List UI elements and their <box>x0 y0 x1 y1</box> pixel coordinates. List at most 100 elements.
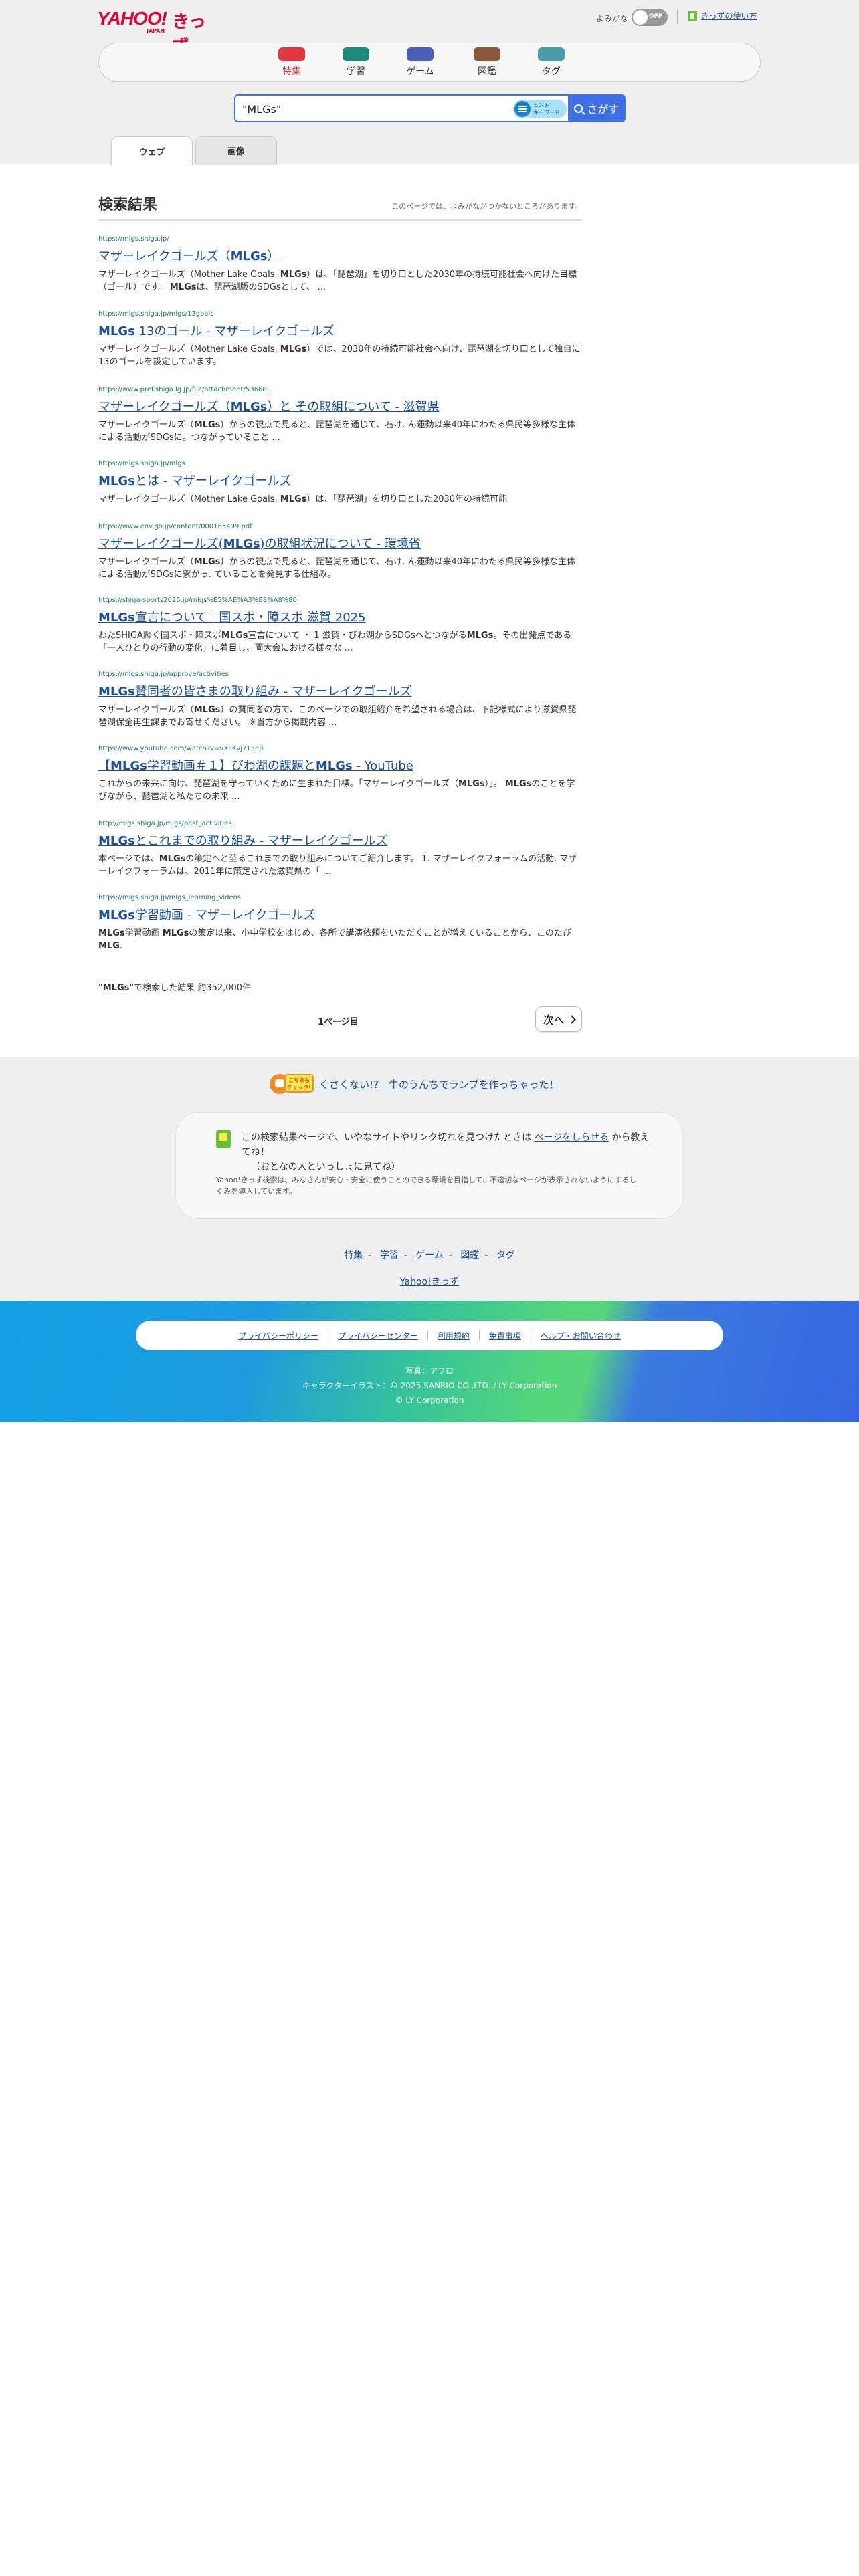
bottom-nav-zukan[interactable]: 図鑑 <box>460 1250 479 1261</box>
result-item: http://mlgs.shiga.jp/mlgs/past_activitie… <box>98 820 582 878</box>
footer-link-disclaimer[interactable]: 免責事項 <box>480 1330 531 1341</box>
results-note: このページでは、よみがながつかないところがあります。 <box>391 202 582 211</box>
result-url: https://mlgs.shiga.jp/mlgs_learning_vide… <box>98 894 241 901</box>
tokushu-icon <box>278 47 305 61</box>
footer-link-privacy-policy[interactable]: プライバシーポリシー <box>229 1330 328 1341</box>
result-url: https://mlgs.shiga.jp/mlgs <box>98 460 185 467</box>
next-page-label: 次へ <box>543 1014 565 1027</box>
footer-link-terms[interactable]: 利用規約 <box>428 1330 479 1341</box>
toggle-knob <box>633 10 648 25</box>
result-title-link[interactable]: MLGsとこれまでの取り組み - マザーレイクゴールズ <box>98 831 582 849</box>
result-item: https://www.youtube.com/watch?v=vXFKvj7T… <box>98 745 582 803</box>
search-button[interactable]: さがす <box>568 94 626 122</box>
chevron-right-icon <box>567 1014 576 1024</box>
search-input[interactable] <box>242 100 503 118</box>
bottom-nav-game[interactable]: ゲーム <box>415 1250 444 1261</box>
result-snippet: マザーレイクゴールズ（Mother Lake Goals, MLGs）では、20… <box>98 344 581 367</box>
search-results: 検索結果 このページでは、よみがながつかないところがあります。 https://… <box>98 191 582 951</box>
result-url: https://mlgs.shiga.jp/mlgs/13goals <box>98 310 214 318</box>
result-url: https://mlgs.shiga.jp/approve/activities <box>98 671 229 678</box>
results-header: 検索結果 このページでは、よみがながつかないところがあります。 <box>98 191 582 221</box>
result-url: https://www.youtube.com/watch?v=vXFKvj7T… <box>98 745 264 752</box>
yahoo-kids-home-link[interactable]: Yahoo!きっず <box>400 1277 459 1287</box>
promo-link[interactable]: くさくない!? 牛のうんちでランプを作っちゃった！ <box>319 1077 559 1091</box>
result-title-link[interactable]: マザーレイクゴールズ（MLGs） <box>98 247 582 264</box>
result-snippet: 本ページでは、MLGsの策定へと至るこれまでの取り組みについてご紹介します。 1… <box>98 854 577 877</box>
gakushu-icon <box>343 47 369 61</box>
promo-banner: こちらも チェック! くさくない!? 牛のうんちでランプを作っちゃった！ <box>270 1071 559 1097</box>
keyword-hint-button[interactable]: ヒント キーワード <box>513 100 567 118</box>
result-title-link[interactable]: 【MLGs学習動画＃１】びわ湖の課題とMLGs - YouTube <box>98 756 582 774</box>
result-item: https://mlgs.shiga.jp/approve/activities… <box>98 671 582 729</box>
result-item: https://shiga-sports2025.jp/mlgs%E5%AE%A… <box>98 597 582 655</box>
result-url: https://mlgs.shiga.jp/ <box>98 235 169 243</box>
toggle-state: OFF <box>649 13 662 20</box>
pagination: 1ページ目 次へ <box>98 1006 582 1033</box>
result-title-link[interactable]: MLGs 13のゴール - マザーレイクゴールズ <box>98 322 582 339</box>
result-title-link[interactable]: MLGs学習動画 - マザーレイクゴールズ <box>98 905 582 923</box>
next-page-button[interactable]: 次へ <box>535 1006 582 1032</box>
guide-link[interactable]: きっずの使い方 <box>688 10 757 21</box>
result-item: https://mlgs.shiga.jp/ マザーレイクゴールズ（MLGs） … <box>98 235 582 294</box>
result-title-link[interactable]: MLGsとは - マザーレイクゴールズ <box>98 471 582 489</box>
result-snippet: マザーレイクゴールズ（Mother Lake Goals, MLGs）は、「琵琶… <box>98 494 508 504</box>
category-zukan[interactable]: 図鑑 <box>460 47 514 78</box>
report-text: この検索結果ページで、いやなサイトやリンク切れを見つけたときは ページをしらせる… <box>242 1130 656 1174</box>
result-snippet: マザーレイクゴールズ（Mother Lake Goals, MLGs）は、「琵琶… <box>98 270 577 292</box>
character-credit: キャラクターイラスト：© 2025 SANRIO CO.,LTD. / LY C… <box>302 1381 557 1390</box>
result-title-link[interactable]: マザーレイクゴールズ(MLGs)の取組状況について - 環境省 <box>98 534 582 552</box>
check-badge: こちらも チェック! <box>284 1074 314 1093</box>
result-item: https://mlgs.shiga.jp/mlgs_learning_vide… <box>98 894 582 952</box>
footer-credits: 写真：アフロ キャラクターイラスト：© 2025 SANRIO CO.,LTD.… <box>0 1364 859 1408</box>
category-label: ゲーム <box>406 66 434 77</box>
current-page: 1ページ目 <box>318 1017 359 1027</box>
result-count: "MLGs"で検索した結果 約352,000件 <box>98 983 252 993</box>
result-title-link[interactable]: マザーレイクゴールズ（MLGs）と その取組について - 滋賀県 <box>98 397 582 415</box>
zukan-icon <box>474 47 500 61</box>
report-card: この検索結果ページで、いやなサイトやリンク切れを見つけたときは ページをしらせる… <box>175 1112 684 1219</box>
footer-link-help[interactable]: ヘルプ・お問い合わせ <box>531 1330 630 1341</box>
hiragana-toggle[interactable]: OFF <box>632 9 668 26</box>
promo-badge: こちらも チェック! <box>270 1071 314 1097</box>
category-game[interactable]: ゲーム <box>393 47 447 78</box>
result-title-link[interactable]: MLGs宣言について｜国スポ・障スポ 滋賀 2025 <box>98 608 582 625</box>
report-page-link[interactable]: ページをしらせる <box>535 1132 609 1143</box>
category-tag[interactable]: タグ <box>524 47 578 78</box>
bottom-nav-gakushu[interactable]: 学習 <box>380 1250 399 1261</box>
tab-web[interactable]: ウェブ <box>111 136 193 165</box>
result-item: https://www.env.go.jp/content/000165499.… <box>98 523 582 581</box>
search-button-label: さがす <box>587 103 619 116</box>
category-gakushu[interactable]: 学習 <box>329 47 383 78</box>
yahoo-kids-logo[interactable]: YAHOO! きっず JAPAN <box>97 8 221 57</box>
category-label: 学習 <box>347 66 365 77</box>
result-snippet: マザーレイクゴールズ（MLGs）の賛同者の方で、このページでの取組紹介を希望され… <box>98 705 577 728</box>
result-url: https://www.env.go.jp/content/000165499.… <box>98 523 252 530</box>
result-snippet: これからの未来に向け、琵琶湖を守っていくために生まれた目標。「マザーレイクゴール… <box>98 779 575 802</box>
report-line2: （おとなの人といっしょに見てね） <box>251 1162 401 1172</box>
category-tokushu[interactable]: 特集 <box>265 47 318 78</box>
result-snippet: マザーレイクゴールズ（MLGs）からの視点で見ると、琵琶湖を通じて、石け. ん運… <box>98 557 576 580</box>
result-url: https://shiga-sports2025.jp/mlgs%E5%AE%A… <box>98 597 298 604</box>
result-snippet: マザーレイクゴールズ（MLGs）からの視点で見ると、琵琶湖を通じて、石け. ん運… <box>98 420 576 443</box>
guide-link-label: きっずの使い方 <box>701 11 757 21</box>
search-box: ヒント キーワード <box>234 94 568 122</box>
result-snippet: わたSHIGA輝く国スポ・障スポMLGs宣言について ・ 1 滋賀・びわ湖からS… <box>98 631 572 653</box>
copyright: © LY Corporation <box>395 1396 464 1405</box>
bottom-category-nav: 特集 - 学習 - ゲーム - 図鑑 - タグ <box>344 1250 515 1261</box>
bottom-nav-tokushu[interactable]: 特集 <box>344 1250 363 1261</box>
header-divider <box>677 9 678 24</box>
footer-link-privacy-center[interactable]: プライバシーセンター <box>328 1330 427 1341</box>
footer: プライバシーポリシー プライバシーセンター 利用規約 免責事項 ヘルプ・お問い合… <box>0 1301 859 1422</box>
result-snippet: MLGs学習動画 MLGsの策定以来、小中学校をはじめ、各所で講演依頼をいただく… <box>98 928 571 951</box>
tab-image[interactable]: 画像 <box>195 136 277 165</box>
footer-links: プライバシーポリシー プライバシーセンター 利用規約 免責事項 ヘルプ・お問い合… <box>136 1321 723 1350</box>
result-item: https://mlgs.shiga.jp/mlgs/13goals MLGs … <box>98 310 582 368</box>
logo-main: YAHOO! <box>97 8 167 29</box>
search-form: ヒント キーワード さがす <box>234 94 626 122</box>
book-icon <box>688 10 697 21</box>
result-item: https://www.pref.shiga.lg.jp/file/attach… <box>98 386 582 444</box>
photo-credit: 写真：アフロ <box>405 1366 454 1376</box>
tag-icon <box>538 47 565 61</box>
bottom-nav-tag[interactable]: タグ <box>496 1250 515 1261</box>
result-title-link[interactable]: MLGs賛同者の皆さまの取り組み - マザーレイクゴールズ <box>98 682 582 700</box>
